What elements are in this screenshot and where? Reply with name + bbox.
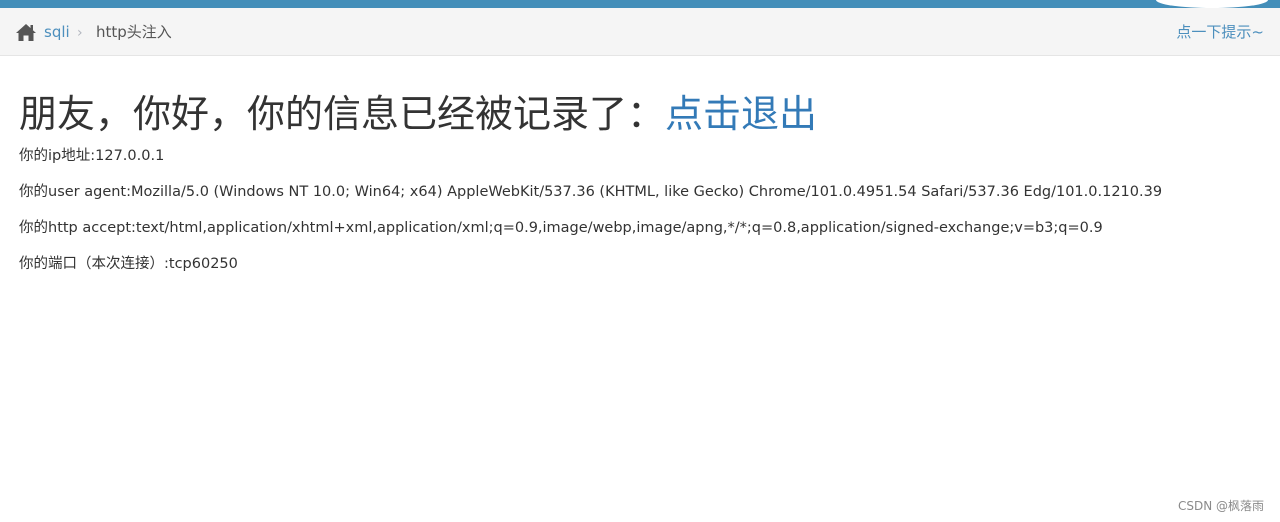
watermark: CSDN @枫落雨 — [1177, 499, 1264, 513]
ip-address-info: 你的ip地址:127.0.0.1 — [19, 148, 165, 164]
breadcrumb-link-sqli[interactable]: sqli — [44, 22, 70, 42]
page-title: 朋友，你好，你的信息已经被记录了：点击退出 — [19, 88, 1259, 140]
breadcrumb-current: http头注入 — [96, 23, 172, 41]
chevron-right-icon: › — [77, 25, 83, 41]
home-icon[interactable] — [15, 23, 37, 42]
breadcrumb: sqli › http头注入 点一下提示~ — [0, 8, 1280, 56]
hint-link[interactable]: 点一下提示~ — [1176, 22, 1264, 42]
user-agent-info: 你的user agent:Mozilla/5.0 (Windows NT 10.… — [19, 184, 1163, 200]
headline-text: 朋友，你好，你的信息已经被记录了： — [19, 92, 666, 136]
main-content: 朋友，你好，你的信息已经被记录了：点击退出 你的ip地址:127.0.0.1 你… — [19, 88, 1259, 274]
http-accept-info: 你的http accept:text/html,application/xhtm… — [19, 220, 1103, 236]
port-info: 你的端口（本次连接）:tcp60250 — [19, 256, 238, 272]
top-navbar — [0, 0, 1280, 8]
logout-link[interactable]: 点击退出 — [665, 92, 817, 136]
